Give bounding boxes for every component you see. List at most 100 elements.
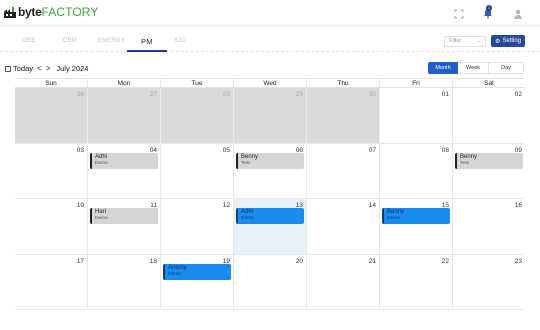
- day-cell[interactable]: 05: [160, 143, 233, 199]
- day-cell[interactable]: 16: [452, 199, 525, 255]
- day-number: 22: [441, 257, 449, 265]
- calendar-event[interactable]: Adhi Demo: [90, 152, 158, 169]
- event-title: Adhi: [241, 209, 254, 215]
- day-number: 05: [222, 146, 230, 154]
- day-number: 03: [76, 146, 84, 154]
- day-cell[interactable]: 01: [379, 88, 452, 144]
- prev-month-button[interactable]: <: [37, 64, 42, 73]
- filter-select[interactable]: Filter ⌄: [444, 36, 486, 47]
- day-number: 07: [368, 146, 376, 154]
- fullscreen-icon[interactable]: [453, 8, 465, 20]
- calendar-event[interactable]: Adhi Demo: [236, 208, 304, 224]
- day-number: 14: [368, 202, 376, 209]
- calendar-event[interactable]: Antony Demo: [163, 263, 231, 280]
- weekday-label: Sun: [45, 80, 57, 87]
- app-logo[interactable]: byte FACTORY: [4, 6, 98, 19]
- day-cell[interactable]: 13 Adhi Demo: [233, 199, 306, 255]
- setting-button[interactable]: ⚙ Setting: [491, 35, 525, 47]
- day-cell[interactable]: 27: [87, 88, 160, 144]
- day-cell[interactable]: 09 Benny Test: [452, 143, 525, 199]
- event-subtitle: Demo: [168, 271, 181, 277]
- day-cell[interactable]: 10: [15, 199, 87, 255]
- calendar-icon: [5, 65, 11, 72]
- calendar-toolbar: Today < > July 2024 Month Week Day: [0, 62, 540, 76]
- day-number: 18: [149, 257, 157, 265]
- day-cell[interactable]: 22: [379, 254, 452, 310]
- day-cell[interactable]: 06 Benny Test: [233, 143, 306, 199]
- day-cell[interactable]: 12: [160, 199, 233, 255]
- day-number: 30: [368, 91, 376, 98]
- day-cell[interactable]: 03: [15, 144, 87, 199]
- view-switcher: Month Week Day: [428, 62, 524, 74]
- tab-oee[interactable]: OEE: [22, 38, 36, 44]
- day-cell[interactable]: 04 Adhi Demo: [87, 143, 160, 199]
- event-title: Benny: [241, 153, 259, 160]
- calendar-event[interactable]: Benny Demo: [382, 208, 450, 224]
- weekday-label: Wed: [233, 79, 306, 87]
- calendar-week: 17 18 19 Antony Demo 20 21 22 23: [15, 254, 525, 310]
- day-cell[interactable]: 30: [306, 88, 379, 144]
- next-month-button[interactable]: >: [46, 64, 51, 73]
- day-number: 08: [441, 146, 449, 154]
- calendar-event[interactable]: Hari Demo: [90, 208, 158, 224]
- day-cell[interactable]: 15 Benny Demo: [379, 199, 452, 255]
- weekday-label: Fri: [379, 79, 452, 87]
- event-subtitle: Demo: [95, 216, 108, 221]
- day-number: 27: [149, 91, 157, 98]
- day-number: 23: [514, 257, 522, 265]
- weekday-label: Thu: [306, 79, 379, 87]
- notification-badge: 1: [486, 5, 492, 11]
- chevron-down-icon: ⌄: [476, 38, 481, 44]
- weekday-label: Tue: [160, 79, 233, 87]
- event-subtitle: Demo: [241, 216, 254, 221]
- weekday-header: Sun Mon Tue Wed Thu Fri Sat: [15, 78, 525, 88]
- setting-label: Setting: [502, 38, 522, 44]
- user-icon[interactable]: [512, 8, 524, 20]
- day-number: 10: [76, 202, 84, 209]
- weekday-label: Mon: [87, 79, 160, 87]
- gear-icon: ⚙: [494, 38, 501, 45]
- day-cell[interactable]: 21: [306, 254, 379, 310]
- event-subtitle: Demo: [387, 216, 400, 221]
- day-cell[interactable]: 20: [233, 254, 306, 310]
- weekday-label: Sat: [452, 79, 525, 87]
- day-cell[interactable]: 26: [15, 88, 87, 144]
- event-subtitle: Test: [460, 160, 469, 166]
- day-cell[interactable]: 07: [306, 143, 379, 199]
- day-cell[interactable]: 19 Antony Demo: [160, 254, 233, 310]
- logo-text-factory: FACTORY: [41, 5, 99, 19]
- day-cell[interactable]: 17: [15, 255, 87, 310]
- day-cell[interactable]: 29: [233, 88, 306, 144]
- tab-energy[interactable]: ENERGY: [98, 38, 125, 44]
- tab-pm[interactable]: PM: [141, 37, 153, 46]
- day-cell[interactable]: 14: [306, 199, 379, 255]
- calendar-week: 03 04 Adhi Demo 05 06 Benny Test 07 08 09 Benny Test: [15, 143, 525, 199]
- app-header: byte FACTORY 1: [0, 0, 540, 26]
- view-week-button[interactable]: Week: [458, 62, 489, 74]
- event-title: Benny: [460, 153, 478, 160]
- tab-sjc[interactable]: SJC: [174, 38, 186, 44]
- day-number: 26: [76, 91, 84, 98]
- day-cell[interactable]: 18: [87, 254, 160, 310]
- calendar-event[interactable]: Benny Test: [455, 152, 523, 169]
- view-month-button[interactable]: Month: [428, 62, 458, 74]
- day-number: 21: [368, 257, 376, 265]
- tab-cbm[interactable]: CBM: [63, 38, 77, 44]
- day-cell[interactable]: 11 Hari Demo: [87, 199, 160, 255]
- day-cell[interactable]: 02: [452, 88, 525, 144]
- logo-text-byte: byte: [18, 5, 42, 19]
- calendar-event[interactable]: Benny Test: [236, 152, 304, 169]
- day-cell[interactable]: 08: [379, 143, 452, 199]
- day-number: 12: [222, 202, 230, 209]
- day-cell[interactable]: 23: [452, 254, 525, 310]
- day-cell[interactable]: 28: [160, 88, 233, 144]
- active-tab-indicator: [127, 50, 167, 52]
- day-number: 28: [222, 91, 230, 98]
- month-title: July 2024: [56, 64, 89, 73]
- view-day-button[interactable]: Day: [489, 62, 524, 74]
- factory-icon: [4, 7, 16, 18]
- today-button[interactable]: Today: [13, 64, 33, 73]
- notification-button[interactable]: 1: [482, 5, 494, 19]
- day-number: 16: [514, 202, 522, 209]
- calendar-weeks: 26 27 28 29 30 01 02 03 04 Adhi Demo 05 06 Benny Test 0…: [15, 88, 525, 310]
